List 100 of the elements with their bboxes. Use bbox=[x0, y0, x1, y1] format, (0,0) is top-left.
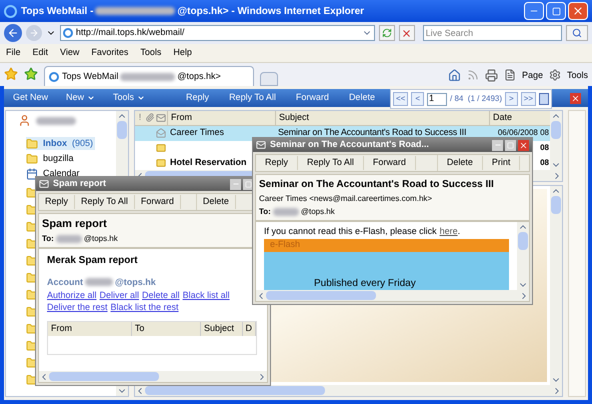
sender-text[interactable]: Career Times bbox=[170, 126, 224, 140]
toolbar-button[interactable]: New bbox=[57, 91, 104, 105]
minimize-button[interactable] bbox=[492, 140, 503, 150]
action-button[interactable]: Print bbox=[482, 156, 520, 170]
action-link[interactable]: Black list the rest bbox=[110, 301, 179, 313]
date-text[interactable]: 08 bbox=[540, 142, 549, 154]
attachment-icon[interactable] bbox=[145, 113, 155, 122]
action-button[interactable]: Reply To All bbox=[75, 195, 135, 209]
maximize-button[interactable] bbox=[505, 140, 516, 150]
last-page-button[interactable]: >> bbox=[520, 92, 536, 106]
menu-item[interactable]: Help bbox=[173, 46, 192, 60]
close-button[interactable] bbox=[518, 140, 529, 150]
action-button[interactable]: Reply bbox=[39, 195, 76, 209]
address-field[interactable]: http://mail.tops.hk/webmail/ bbox=[60, 25, 375, 41]
scroll-thumb[interactable] bbox=[49, 372, 159, 381]
folder-item[interactable]: bugzilla bbox=[26, 152, 76, 165]
page-number-field[interactable]: 1 bbox=[427, 92, 448, 106]
folder-item[interactable]: Inbox (905) bbox=[26, 137, 96, 150]
previous-page-button[interactable]: < bbox=[411, 92, 424, 106]
vertical-scrollbar[interactable] bbox=[517, 222, 529, 290]
menu-item[interactable]: File bbox=[6, 46, 21, 60]
horizontal-scrollbar[interactable] bbox=[135, 385, 562, 396]
home-icon[interactable] bbox=[448, 68, 461, 82]
here-link[interactable]: here bbox=[440, 225, 458, 238]
date-text[interactable]: 06/06/2008 08 bbox=[498, 127, 549, 140]
newsletter-banner: e-Flash bbox=[264, 238, 509, 252]
toolbar-button[interactable]: Reply To All bbox=[219, 91, 286, 105]
close-button[interactable] bbox=[568, 2, 588, 20]
refresh-icon bbox=[382, 28, 392, 38]
scroll-thumb[interactable] bbox=[117, 121, 127, 139]
action-link[interactable]: Black list all bbox=[182, 289, 230, 301]
next-page-button[interactable]: > bbox=[505, 92, 518, 106]
page-menu-button[interactable]: Page bbox=[522, 68, 543, 82]
column-header[interactable]: From bbox=[48, 322, 132, 336]
tools-menu-button[interactable]: Tools bbox=[566, 68, 588, 82]
maximize-button[interactable] bbox=[546, 2, 566, 20]
browser-tab[interactable]: Tops WebMail @tops.hk> bbox=[44, 66, 254, 86]
scroll-thumb[interactable] bbox=[551, 121, 561, 139]
add-favorite-icon[interactable] bbox=[24, 67, 38, 81]
horizontal-scrollbar[interactable] bbox=[39, 371, 267, 382]
to-label: To: bbox=[259, 206, 271, 218]
search-button[interactable] bbox=[566, 25, 588, 41]
menu-item[interactable]: View bbox=[60, 46, 80, 60]
toolbar-button[interactable]: Forward bbox=[286, 91, 339, 105]
recipient-domain: @tops.hk bbox=[300, 206, 335, 218]
action-button[interactable]: Forward bbox=[364, 156, 416, 170]
back-button[interactable] bbox=[4, 24, 22, 42]
browser-logo-icon bbox=[4, 4, 17, 18]
toolbar-button[interactable]: Delete bbox=[338, 91, 385, 105]
action-link[interactable]: Delete all bbox=[142, 289, 180, 301]
action-link[interactable]: Deliver all bbox=[100, 289, 140, 301]
minimize-button[interactable] bbox=[524, 2, 544, 20]
action-button[interactable]: Reply To All bbox=[298, 156, 364, 170]
action-button[interactable]: Forward bbox=[134, 195, 181, 209]
scroll-thumb[interactable] bbox=[145, 386, 325, 395]
print-icon[interactable] bbox=[484, 68, 498, 82]
column-header[interactable]: From bbox=[167, 111, 275, 125]
horizontal-scrollbar[interactable] bbox=[256, 290, 529, 301]
subject-text[interactable]: Seminar on The Accountant's Road to Success III bbox=[278, 126, 466, 140]
tagline: Published every Friday bbox=[314, 278, 416, 290]
action-button[interactable]: Delete bbox=[196, 195, 236, 209]
date-text[interactable]: 08 bbox=[540, 156, 549, 169]
page-icon bbox=[62, 28, 73, 38]
favorites-star-icon[interactable] bbox=[4, 67, 18, 81]
toolbar-button[interactable]: Tools bbox=[104, 91, 154, 105]
menu-item[interactable]: Edit bbox=[32, 46, 48, 60]
column-header[interactable]: Subject bbox=[275, 111, 489, 125]
close-icon bbox=[519, 140, 528, 150]
vertical-scrollbar[interactable] bbox=[550, 111, 562, 170]
action-button[interactable]: Delete bbox=[438, 156, 483, 170]
folder-icon bbox=[26, 152, 38, 164]
column-header[interactable]: Subject bbox=[201, 322, 242, 336]
sender-text[interactable]: Hotel Reservation bbox=[170, 156, 247, 170]
action-button[interactable]: Reply bbox=[256, 156, 298, 170]
scroll-thumb[interactable] bbox=[518, 232, 528, 250]
folder-item[interactable]: Calendar bbox=[26, 167, 82, 180]
search-field[interactable]: Live Search bbox=[422, 25, 562, 41]
open-envelope-icon bbox=[155, 128, 167, 138]
close-button[interactable] bbox=[570, 92, 581, 104]
toolbar-button[interactable]: Reply bbox=[176, 91, 220, 105]
columns-icon[interactable] bbox=[539, 93, 549, 105]
minimize-button[interactable] bbox=[230, 178, 241, 190]
settings-icon[interactable] bbox=[548, 69, 561, 82]
action-link[interactable]: Deliver the rest bbox=[47, 301, 108, 313]
action-link[interactable]: Authorize all bbox=[47, 289, 97, 301]
vertical-scrollbar[interactable] bbox=[550, 186, 562, 385]
page-icon[interactable] bbox=[504, 69, 516, 82]
menu-item[interactable]: Favorites bbox=[91, 46, 128, 60]
menu-item[interactable]: Tools bbox=[140, 46, 162, 60]
stop-button[interactable] bbox=[398, 25, 415, 41]
envelope-icon[interactable] bbox=[155, 112, 167, 123]
toolbar-button[interactable]: Get New bbox=[4, 91, 58, 105]
column-header[interactable]: D bbox=[242, 322, 256, 336]
blur-patch bbox=[36, 116, 76, 124]
scroll-thumb[interactable] bbox=[266, 291, 376, 300]
scroll-thumb[interactable] bbox=[551, 196, 561, 214]
column-header[interactable]: To bbox=[132, 322, 201, 336]
refresh-button[interactable] bbox=[378, 25, 395, 41]
sender-address: Career Times <news@mail.careertimes.com.hk> bbox=[259, 193, 434, 205]
first-page-button[interactable]: << bbox=[393, 92, 408, 106]
